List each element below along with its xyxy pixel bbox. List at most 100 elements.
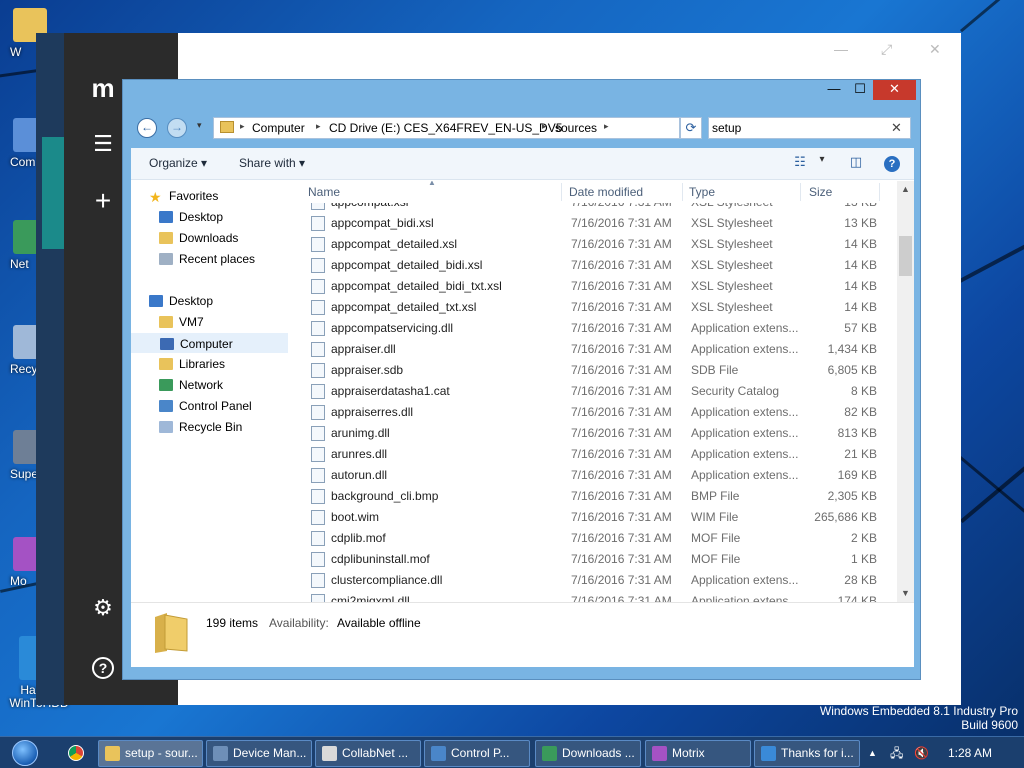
recent-locations-dropdown[interactable]: ▾ bbox=[197, 120, 202, 131]
column-type-header[interactable]: Type bbox=[689, 181, 715, 203]
search-box[interactable]: ✕ bbox=[708, 117, 911, 139]
table-row[interactable]: boot.wim 7/16/2016 7:31 AM WIM File 265,686… bbox=[301, 507, 897, 528]
file-size: 21 KB bbox=[844, 447, 877, 461]
breadcrumb-cd-drive[interactable]: CD Drive (E:) CES_X64FREV_EN-US_DV5 bbox=[329, 121, 562, 135]
maximize-button[interactable]: ☐ bbox=[847, 80, 873, 100]
column-divider[interactable] bbox=[561, 183, 562, 201]
table-row[interactable]: arunimg.dll 7/16/2016 7:31 AM Application … bbox=[301, 423, 897, 444]
organize-button[interactable]: Organize ▾ bbox=[149, 156, 207, 170]
table-row[interactable]: cmi2migxml.dll 7/16/2016 7:31 AM Applicati… bbox=[301, 591, 897, 602]
file-name: background_cli.bmp bbox=[331, 489, 439, 503]
taskbar-button[interactable]: CollabNet ... bbox=[315, 740, 421, 767]
column-name-header[interactable]: Name bbox=[308, 181, 340, 203]
column-size-header[interactable]: Size bbox=[809, 181, 832, 203]
location-icon bbox=[159, 316, 173, 328]
taskbar-button[interactable]: setup - sour... bbox=[98, 740, 203, 767]
table-row[interactable]: appraiserres.dll 7/16/2016 7:31 AM Applica… bbox=[301, 402, 897, 423]
sidebar-item-downloads[interactable]: Downloads bbox=[159, 228, 238, 248]
scroll-thumb[interactable] bbox=[899, 236, 912, 276]
sidebar-item-desktop[interactable]: Desktop bbox=[149, 291, 213, 311]
file-date: 7/16/2016 7:31 AM bbox=[571, 279, 672, 293]
taskbar-button[interactable]: Downloads ... bbox=[535, 740, 641, 767]
explorer-window[interactable]: — ☐ ✕ ← → ▾ ▸ Computer ▸ CD Drive (E:) C… bbox=[122, 79, 921, 680]
sidebar-item-vm7[interactable]: VM7 bbox=[159, 312, 204, 332]
table-row[interactable]: autorun.dll 7/16/2016 7:31 AM Application … bbox=[301, 465, 897, 486]
scroll-down-icon[interactable]: ▼ bbox=[897, 585, 914, 602]
explorer-body: Organize ▾ Share with ▾ ☷ ▾ ◫ ? ★ Favorit… bbox=[131, 148, 914, 667]
search-input[interactable] bbox=[712, 120, 882, 136]
taskbar-button[interactable]: Control P... bbox=[424, 740, 530, 767]
motrix-help-icon[interactable]: ? bbox=[88, 653, 118, 679]
table-row[interactable]: appraiserdatasha1.cat 7/16/2016 7:31 AM Se… bbox=[301, 381, 897, 402]
start-button[interactable] bbox=[6, 738, 44, 768]
vertical-scrollbar[interactable]: ▲ ▼ bbox=[897, 181, 914, 602]
sidebar-item-network[interactable]: Network bbox=[159, 375, 223, 395]
sidebar-item-favorites[interactable]: ★ Favorites bbox=[149, 186, 218, 206]
column-divider[interactable] bbox=[682, 183, 683, 201]
table-row[interactable]: cdplibuninstall.mof 7/16/2016 7:31 AM MOF … bbox=[301, 549, 897, 570]
table-row[interactable]: appcompat.xsl 7/16/2016 7:31 AM XSL Styles… bbox=[301, 203, 897, 213]
clock[interactable]: 1:28 AM bbox=[948, 737, 992, 768]
change-view-icon[interactable]: ☷ bbox=[789, 154, 811, 174]
sort-indicator-icon: ▲ bbox=[428, 181, 436, 187]
volume-muted-icon[interactable]: 🔇 bbox=[914, 737, 929, 768]
table-row[interactable]: appcompat_detailed_bidi.xsl 7/16/2016 7:3… bbox=[301, 255, 897, 276]
close-button[interactable]: ✕ bbox=[873, 80, 916, 100]
item-count: 199 items bbox=[206, 616, 259, 630]
motrix-add-icon[interactable]: + bbox=[88, 185, 118, 217]
breadcrumb-computer[interactable]: Computer bbox=[252, 121, 305, 135]
motrix-minimize-button[interactable]: — bbox=[834, 41, 848, 57]
table-row[interactable]: clustercompliance.dll 7/16/2016 7:31 AM Ap… bbox=[301, 570, 897, 591]
file-date: 7/16/2016 7:31 AM bbox=[571, 489, 672, 503]
show-hidden-icons-button[interactable]: ▲ bbox=[868, 737, 877, 768]
chrome-pinned-icon[interactable] bbox=[56, 741, 96, 766]
table-row[interactable]: appcompat_detailed_bidi_txt.xsl 7/16/2016… bbox=[301, 276, 897, 297]
forward-button[interactable]: → bbox=[167, 118, 187, 138]
app-icon bbox=[105, 746, 120, 761]
taskbar-button[interactable]: Thanks for i... bbox=[754, 740, 860, 767]
sidebar-item-libraries[interactable]: Libraries bbox=[159, 354, 225, 374]
column-divider[interactable] bbox=[879, 183, 880, 201]
clear-search-icon[interactable]: ✕ bbox=[891, 120, 902, 136]
help-icon[interactable]: ? bbox=[884, 156, 900, 172]
taskbar-button[interactable]: Device Man... bbox=[206, 740, 312, 767]
table-row[interactable]: appcompat_detailed.xsl 7/16/2016 7:31 AM X… bbox=[301, 234, 897, 255]
table-row[interactable]: appcompat_bidi.xsl 7/16/2016 7:31 AM XSL S… bbox=[301, 213, 897, 234]
motrix-settings-icon[interactable]: ⚙ bbox=[88, 595, 118, 621]
table-row[interactable]: appcompat_detailed_txt.xsl 7/16/2016 7:31… bbox=[301, 297, 897, 318]
column-date-header[interactable]: Date modified bbox=[569, 181, 643, 203]
column-divider[interactable] bbox=[800, 183, 801, 201]
table-row[interactable]: background_cli.bmp 7/16/2016 7:31 AM BMP F… bbox=[301, 486, 897, 507]
taskbar-button-label: CollabNet ... bbox=[342, 746, 409, 760]
motrix-close-button[interactable]: ✕ bbox=[929, 41, 941, 58]
motrix-maximize-button[interactable]: ⤢ bbox=[881, 41, 892, 58]
share-with-button[interactable]: Share with ▾ bbox=[239, 156, 305, 170]
sidebar-item-recent-places[interactable]: Recent places bbox=[159, 249, 255, 269]
taskbar-button-label: Downloads ... bbox=[562, 746, 635, 760]
file-icon bbox=[311, 237, 325, 252]
sidebar-item-desktop[interactable]: Desktop bbox=[159, 207, 223, 227]
sidebar-item-computer[interactable]: Computer bbox=[131, 333, 288, 353]
table-row[interactable]: cdplib.mof 7/16/2016 7:31 AM MOF File 2 KB bbox=[301, 528, 897, 549]
sidebar-item-label: Recycle Bin bbox=[179, 420, 243, 434]
back-button[interactable]: ← bbox=[137, 118, 157, 138]
table-row[interactable]: appcompatservicing.dll 7/16/2016 7:31 AM A… bbox=[301, 318, 897, 339]
table-row[interactable]: appraiser.sdb 7/16/2016 7:31 AM SDB File 6,… bbox=[301, 360, 897, 381]
sidebar-item-control-panel[interactable]: Control Panel bbox=[159, 396, 252, 416]
sidebar-item-recycle-bin[interactable]: Recycle Bin bbox=[159, 417, 242, 437]
motrix-menu-icon[interactable]: ☰ bbox=[88, 131, 118, 157]
title-bar[interactable]: — ☐ ✕ bbox=[123, 80, 920, 110]
scroll-up-icon[interactable]: ▲ bbox=[897, 181, 914, 198]
refresh-button[interactable]: ⟳ bbox=[680, 117, 702, 139]
address-bar[interactable]: ▸ Computer ▸ CD Drive (E:) CES_X64FREV_E… bbox=[213, 117, 745, 139]
network-icon[interactable]: 🖧 bbox=[890, 737, 903, 768]
breadcrumb-sources[interactable]: sources bbox=[555, 121, 597, 135]
taskbar-button[interactable]: Motrix bbox=[645, 740, 751, 767]
table-row[interactable]: arunres.dll 7/16/2016 7:31 AM Application … bbox=[301, 444, 897, 465]
view-dropdown-icon[interactable]: ▾ bbox=[811, 154, 833, 174]
table-row[interactable]: appraiser.dll 7/16/2016 7:31 AM Applicatio… bbox=[301, 339, 897, 360]
minimize-button[interactable]: — bbox=[821, 80, 847, 100]
file-size: 14 KB bbox=[844, 258, 877, 272]
chevron-down-icon: ▾ bbox=[201, 156, 208, 170]
preview-pane-icon[interactable]: ◫ bbox=[845, 154, 867, 174]
